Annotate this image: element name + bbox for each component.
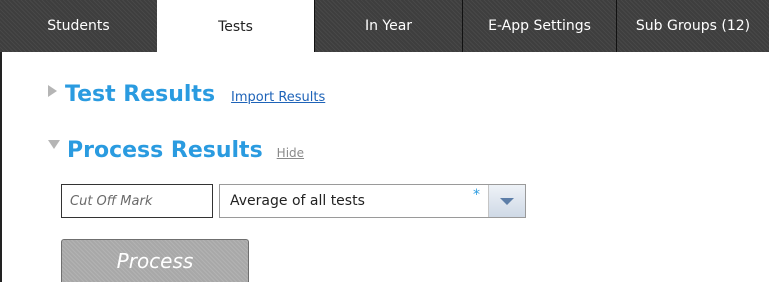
left-border-divider <box>0 52 2 282</box>
process-results-heading[interactable]: Process Results <box>67 138 263 163</box>
dropdown-button[interactable] <box>488 185 525 217</box>
tab-bar: Students Tests In Year E-App Settings Su… <box>0 0 769 54</box>
expanded-triangle-icon[interactable] <box>48 140 60 149</box>
process-button[interactable]: Process <box>61 239 249 282</box>
collapsed-triangle-icon[interactable] <box>48 85 57 97</box>
hide-link[interactable]: Hide <box>277 146 304 160</box>
tab-students[interactable]: Students <box>0 0 157 52</box>
tab-e-app-settings[interactable]: E-App Settings <box>462 0 616 52</box>
test-results-heading[interactable]: Test Results <box>65 82 215 107</box>
cut-off-mark-input[interactable] <box>61 184 213 218</box>
process-results-section: Process Results Hide <box>48 138 304 163</box>
tab-sub-groups[interactable]: Sub Groups (12) <box>616 0 769 52</box>
tab-in-year[interactable]: In Year <box>314 0 462 52</box>
required-marker: * <box>473 187 480 203</box>
import-results-link[interactable]: Import Results <box>231 90 325 105</box>
chevron-down-icon <box>500 197 514 205</box>
average-type-select[interactable]: Average of all tests * <box>219 184 526 218</box>
average-type-selected-value: Average of all tests <box>230 193 365 209</box>
test-results-section: Test Results Import Results <box>48 82 325 107</box>
tab-tests[interactable]: Tests <box>157 0 314 54</box>
